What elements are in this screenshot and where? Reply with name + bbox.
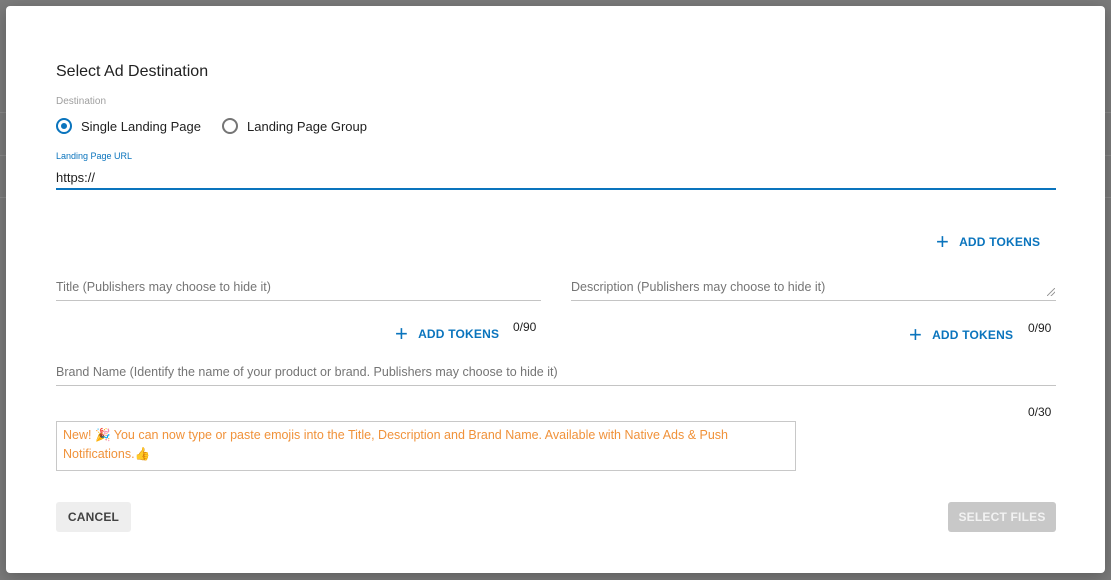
description-char-counter: 0/90	[1028, 321, 1052, 335]
cancel-button[interactable]: CANCEL	[56, 502, 131, 532]
select-ad-destination-dialog: Select Ad Destination Destination Single…	[6, 6, 1105, 573]
plus-icon: +	[909, 322, 923, 347]
landing-page-url-input[interactable]	[56, 166, 1056, 190]
select-files-button[interactable]: SELECT FILES	[948, 502, 1056, 532]
title-char-counter: 0/90	[513, 320, 537, 334]
radio-single-landing-page[interactable]: Single Landing Page	[56, 118, 201, 134]
add-tokens-label: ADD TOKENS	[932, 328, 1014, 342]
title-input[interactable]	[56, 280, 541, 301]
radio-landing-page-group[interactable]: Landing Page Group	[222, 118, 367, 134]
brand-name-input[interactable]	[56, 365, 1056, 386]
landing-page-url-label: Landing Page URL	[56, 151, 133, 161]
dialog-title: Select Ad Destination	[56, 63, 209, 80]
destination-label: Destination	[56, 96, 107, 107]
plus-icon: +	[395, 321, 409, 346]
party-popper-icon: 🎉	[94, 428, 111, 442]
radio-unchecked-icon	[222, 118, 238, 134]
add-tokens-label: ADD TOKENS	[418, 327, 500, 341]
radio-label: Single Landing Page	[81, 118, 201, 134]
brand-name-char-counter: 0/30	[1028, 405, 1052, 419]
url-add-tokens-button[interactable]: + ADD TOKENS	[936, 231, 1040, 253]
radio-checked-icon	[56, 118, 72, 134]
notice-text: You can now type or paste emojis into th…	[63, 428, 729, 461]
emoji-support-notice: New! 🎉 You can now type or paste emojis …	[56, 421, 796, 471]
radio-label: Landing Page Group	[247, 118, 367, 134]
thumbs-up-icon: 👍	[134, 447, 151, 461]
add-tokens-label: ADD TOKENS	[959, 235, 1041, 249]
title-add-tokens-button[interactable]: + ADD TOKENS	[395, 323, 499, 345]
description-input[interactable]	[571, 280, 1056, 301]
notice-prefix: New!	[63, 428, 95, 442]
plus-icon: +	[936, 229, 950, 254]
resize-handle-icon[interactable]	[1047, 288, 1055, 296]
description-add-tokens-button[interactable]: + ADD TOKENS	[909, 324, 1013, 346]
